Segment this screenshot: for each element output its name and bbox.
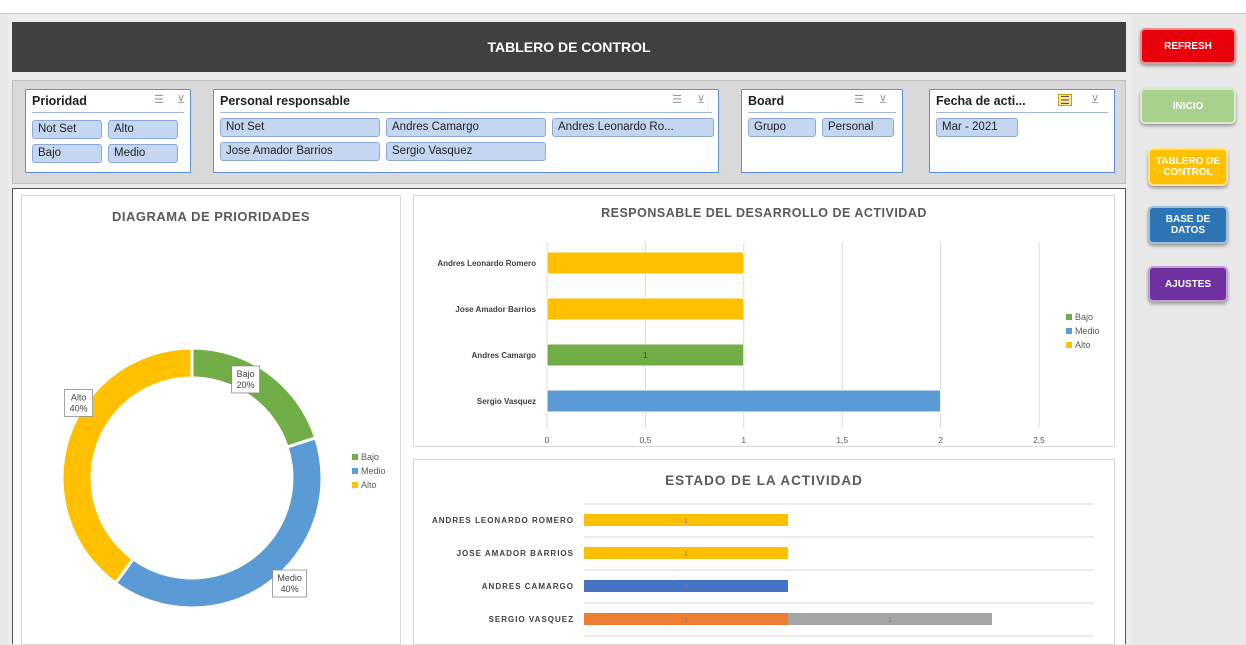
segment-data-label: 1 bbox=[684, 551, 688, 558]
bar-alto bbox=[546, 251, 745, 275]
tablero-button[interactable]: TABLERO DE CONTROL bbox=[1148, 148, 1228, 186]
responsable-title: RESPONSABLE DEL DESARROLLO DE ACTIVIDAD bbox=[601, 206, 927, 220]
slicer-divider bbox=[936, 112, 1108, 113]
legend-swatch-alto bbox=[352, 482, 358, 488]
segment-data-label: 1 bbox=[684, 584, 688, 591]
ajustes-button[interactable]: AJUSTES bbox=[1148, 266, 1228, 302]
category-label: Sergio Vasquez bbox=[477, 397, 536, 406]
clear-filter-icon[interactable]: ⊻ bbox=[1088, 94, 1102, 106]
legend-label-medio: Medio bbox=[361, 466, 386, 476]
x-tick-label: 2,5 bbox=[1033, 435, 1045, 445]
slicer-divider bbox=[220, 112, 712, 113]
donut-title: DIAGRAMA DE PRIORIDADES bbox=[111, 209, 311, 224]
legend-swatch-medio bbox=[352, 468, 358, 474]
donut-panel: DIAGRAMA DE PRIORIDADES Bajo 20% Medio 40% A… bbox=[21, 195, 401, 645]
slicer-personal[interactable]: Personal responsable ☰ ⊻ Not Set Andres … bbox=[213, 89, 719, 173]
estado-title: ESTADO DE LA ACTIVIDAD bbox=[665, 473, 863, 488]
chip-sergio-vasquez[interactable]: Sergio Vasquez bbox=[386, 142, 546, 161]
legend-label-bajo: Bajo bbox=[361, 452, 379, 462]
legend-swatch-alto bbox=[1066, 342, 1072, 348]
category-label: ANDRES LEONARDO ROMERO bbox=[432, 516, 574, 525]
chip-jose-amador[interactable]: Jose Amador Barrios bbox=[220, 142, 380, 161]
refresh-button[interactable]: REFRESH bbox=[1140, 28, 1236, 64]
segment-data-label: 1 bbox=[888, 617, 892, 624]
category-label: Andres Camargo bbox=[472, 351, 537, 360]
x-tick-label: 0 bbox=[545, 435, 550, 445]
charts-area: DIAGRAMA DE PRIORIDADES Bajo 20% Medio 40% A… bbox=[12, 188, 1126, 645]
slicer-prioridad[interactable]: Prioridad ☰ ⊻ Not Set Alto Bajo Medio bbox=[25, 89, 191, 173]
chip-personal[interactable]: Personal bbox=[822, 118, 894, 137]
legend-label-alto: Alto bbox=[1075, 340, 1091, 350]
inicio-button[interactable]: INICIO bbox=[1140, 88, 1236, 124]
multi-select-icon[interactable]: ☰ bbox=[670, 94, 684, 106]
category-label: ANDRES CAMARGO bbox=[482, 582, 574, 591]
chip-medio[interactable]: Medio bbox=[108, 144, 178, 163]
slicer-divider bbox=[748, 112, 896, 113]
top-strip bbox=[0, 0, 1246, 14]
clear-filter-icon[interactable]: ⊻ bbox=[694, 94, 708, 106]
responsable-panel: RESPONSABLE DEL DESARROLLO DE ACTIVIDAD … bbox=[413, 195, 1115, 447]
donut-slice-alto bbox=[60, 346, 194, 586]
estado-chart: ANDRES LEONARDO ROMERO 1 JOSE AMADOR BARRI… bbox=[432, 503, 1094, 637]
legend-swatch-bajo bbox=[352, 454, 358, 460]
clear-filter-icon[interactable]: ⊻ bbox=[876, 94, 890, 106]
legend-label-alto: Alto bbox=[361, 480, 377, 490]
slicer-board-title: Board bbox=[748, 94, 785, 108]
multi-select-icon[interactable]: ☰ bbox=[152, 94, 166, 106]
data-label: Bajo bbox=[237, 369, 255, 379]
chip-alto[interactable]: Alto bbox=[108, 120, 178, 139]
slicer-prioridad-title: Prioridad bbox=[32, 94, 87, 108]
donut-slice-bajo bbox=[190, 346, 318, 449]
chip-bajo[interactable]: Bajo bbox=[32, 144, 102, 163]
slicer-personal-title: Personal responsable bbox=[220, 94, 350, 108]
slicer-bar: Prioridad ☰ ⊻ Not Set Alto Bajo Medio Pe… bbox=[12, 80, 1126, 184]
bar-data-label: 1 bbox=[643, 351, 648, 360]
x-tick-label: 1 bbox=[741, 435, 746, 445]
chip-andres-camargo[interactable]: Andres Camargo bbox=[386, 118, 546, 137]
data-label: 40% bbox=[70, 403, 88, 413]
data-label: 20% bbox=[237, 380, 255, 390]
donut-chart: Bajo20%Medio40%Alto40%BajoMedioAlto bbox=[60, 346, 386, 610]
clear-filter-icon[interactable]: ⊻ bbox=[174, 94, 188, 106]
chip-mar-2021[interactable]: Mar - 2021 bbox=[936, 118, 1018, 137]
estado-panel: ESTADO DE LA ACTIVIDAD ANDRES LEONARDO R… bbox=[413, 459, 1115, 645]
multi-select-icon[interactable]: ☰ bbox=[852, 94, 866, 106]
legend-label-bajo: Bajo bbox=[1075, 312, 1093, 322]
bar-alto bbox=[546, 297, 745, 321]
chip-not-set[interactable]: Not Set bbox=[220, 118, 380, 137]
multi-select-icon[interactable]: ☰ bbox=[1058, 94, 1072, 107]
segment-data-label: 1 bbox=[684, 518, 688, 525]
category-label: Andres Leonardo Romero bbox=[437, 259, 536, 268]
x-tick-label: 0,5 bbox=[639, 435, 651, 445]
slicer-divider bbox=[32, 112, 184, 113]
segment-data-label: 1 bbox=[684, 617, 688, 624]
category-label: Jose Amador Barrios bbox=[455, 305, 536, 314]
slicer-fecha-title: Fecha de acti... bbox=[936, 94, 1026, 108]
x-tick-label: 1,5 bbox=[836, 435, 848, 445]
data-label: Medio bbox=[277, 573, 302, 583]
x-tick-label: 2 bbox=[938, 435, 943, 445]
slicer-board[interactable]: Board ☰ ⊻ Grupo Personal bbox=[741, 89, 903, 173]
legend-swatch-bajo bbox=[1066, 314, 1072, 320]
data-label: Alto bbox=[71, 392, 87, 402]
category-label: JOSE AMADOR BARRIOS bbox=[457, 549, 574, 558]
legend-swatch-medio bbox=[1066, 328, 1072, 334]
category-label: SERGIO VASQUEZ bbox=[489, 615, 574, 624]
legend-label-medio: Medio bbox=[1075, 326, 1100, 336]
data-label: 40% bbox=[281, 584, 299, 594]
dashboard-title: TABLERO DE CONTROL bbox=[12, 22, 1126, 72]
slicer-fecha[interactable]: Fecha de acti... ☰ ⊻ Mar - 2021 bbox=[929, 89, 1115, 173]
chip-not-set[interactable]: Not Set bbox=[32, 120, 102, 139]
chip-andres-leonardo[interactable]: Andres Leonardo Ro... bbox=[552, 118, 714, 137]
responsable-chart: 0 0,5 1 1,5 2 2,5 Andres Leonardo Romero Jose A… bbox=[437, 242, 1100, 445]
chip-grupo[interactable]: Grupo bbox=[748, 118, 816, 137]
bar-medio bbox=[546, 389, 942, 413]
base-datos-button[interactable]: BASE DE DATOS bbox=[1148, 206, 1228, 244]
